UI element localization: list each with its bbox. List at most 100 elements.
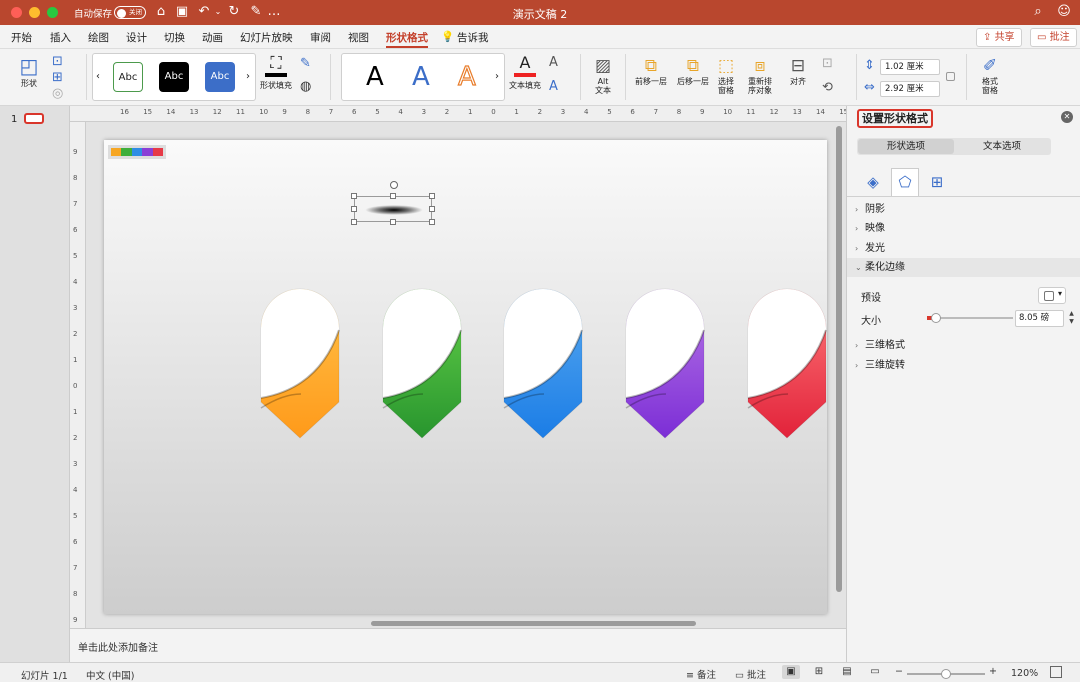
rotation-handle-icon[interactable] (390, 181, 398, 189)
slider-thumb[interactable] (930, 313, 941, 323)
horizontal-scrollbar[interactable] (371, 621, 696, 626)
resize-handle[interactable] (429, 219, 435, 225)
section-soft-edges[interactable]: ⌄ 柔化边缘 (847, 258, 1080, 277)
tab-transitions[interactable]: 切换 (164, 30, 185, 45)
comments-toggle[interactable]: ▭ 批注 (735, 667, 766, 681)
close-pane-icon[interactable]: ✕ (1061, 111, 1073, 123)
text-effects-icon[interactable]: A (549, 79, 558, 94)
shape-outline-icon[interactable]: ✎ (300, 56, 311, 71)
size-stepper[interactable]: ▲ ▼ (1067, 310, 1076, 327)
slide-editing-area[interactable] (86, 122, 846, 628)
resize-handle[interactable] (429, 206, 435, 212)
tab-animations[interactable]: 动画 (202, 30, 223, 45)
banner-shape[interactable] (260, 288, 340, 439)
tab-design[interactable]: 设计 (126, 30, 147, 45)
zoom-out-icon[interactable]: − (895, 666, 903, 677)
resize-handle[interactable] (429, 193, 435, 199)
zoom-in-icon[interactable]: + (989, 666, 997, 677)
edit-shape-icon[interactable]: ⊡ (52, 54, 63, 69)
section-glow[interactable]: › 发光 (847, 239, 1080, 258)
selected-shadow-shape[interactable] (351, 181, 435, 225)
tab-draw[interactable]: 绘图 (88, 30, 109, 45)
rotate-icon[interactable]: ⟲ (822, 80, 833, 95)
preset-dropdown[interactable]: ▾ (1038, 287, 1066, 304)
height-field[interactable]: 1.02 厘米 (880, 59, 940, 75)
align-button[interactable]: ⊟ 对齐 (780, 55, 816, 86)
text-fill-button[interactable]: A 文本填充 (505, 53, 545, 90)
normal-view-icon[interactable]: ▣ (782, 665, 800, 679)
horizontal-ruler[interactable]: 16 15 14 13 12 11 10 9 8 7 6 5 4 3 2 1 0 1 2 3 4 5 6 7 8 9 10 11 12 1… (70, 106, 846, 122)
notes-toggle[interactable]: ≡ 备注 (686, 667, 716, 681)
shape-effects-icon[interactable]: ◍ (300, 79, 311, 94)
lightbulb-icon[interactable]: 💡 (441, 30, 454, 43)
resize-handle[interactable] (351, 206, 357, 212)
banner-shape[interactable] (747, 288, 827, 439)
group-icon[interactable]: ⊡ (822, 56, 833, 71)
size-properties-icon[interactable]: ⊞ (925, 170, 949, 194)
reading-view-icon[interactable]: ▤ (838, 665, 856, 679)
fit-to-window-icon[interactable] (1050, 666, 1062, 678)
style-preset-black[interactable]: Abc (159, 62, 189, 92)
reorder-objects-button[interactable]: ⧈ 重新排 序对象 (742, 55, 778, 95)
zoom-slider[interactable] (907, 669, 985, 679)
insert-shape-button[interactable]: ◰ 形状 (10, 53, 48, 88)
text-outline-icon[interactable]: A (549, 55, 558, 70)
notes-area[interactable]: 单击此处添加备注 (70, 628, 846, 662)
tab-view[interactable]: 视图 (348, 30, 369, 45)
tab-review[interactable]: 审阅 (310, 30, 331, 45)
format-pane-button[interactable]: ✐ 格式 窗格 (972, 55, 1008, 95)
shape-styles-gallery[interactable]: ‹ Abc Abc Abc › (92, 53, 256, 101)
soft-edge-size-slider[interactable] (927, 313, 1013, 323)
size-input[interactable]: 8.05 磅 (1015, 310, 1064, 327)
shape-fill-button[interactable]: ⛶ 形状填充 (256, 53, 296, 90)
selection-pane-button[interactable]: ⬚ 选择 窗格 (712, 55, 740, 95)
wordart-blue[interactable]: A (412, 62, 430, 92)
width-field[interactable]: 2.92 厘米 (880, 81, 940, 97)
zoom-slider-thumb[interactable] (941, 669, 951, 679)
tab-slideshow[interactable]: 幻灯片放映 (240, 30, 293, 45)
language-indicator[interactable]: 中文 (中国) (86, 668, 134, 682)
tab-text-options[interactable]: 文本选项 (954, 139, 1050, 154)
text-box-icon[interactable]: ⊞ (52, 70, 63, 85)
tab-shape-options[interactable]: 形状选项 (858, 139, 954, 154)
section-3d-format[interactable]: › 三维格式 (847, 336, 1080, 355)
resize-handle[interactable] (351, 219, 357, 225)
send-backward-button[interactable]: ⧉ 后移一层 (672, 55, 714, 86)
wordart-black[interactable]: A (366, 62, 384, 92)
style-preset-blue[interactable]: Abc (205, 62, 235, 92)
search-icon[interactable]: ⌕ (1030, 4, 1046, 20)
section-reflection[interactable]: › 映像 (847, 219, 1080, 238)
account-icon[interactable]: ☺ (1056, 4, 1072, 20)
gallery-prev-icon[interactable]: ‹ (96, 71, 100, 82)
section-shadow[interactable]: › 阴影 (847, 200, 1080, 219)
bring-forward-button[interactable]: ⧉ 前移一层 (630, 55, 672, 86)
resize-handle[interactable] (351, 193, 357, 199)
wordart-styles-gallery[interactable]: A A A › (341, 53, 505, 101)
slide[interactable] (104, 140, 827, 614)
zoom-level[interactable]: 120% (1011, 668, 1038, 679)
banner-shape[interactable] (625, 288, 705, 439)
slide-sorter-icon[interactable]: ⊞ (810, 665, 828, 679)
resize-handle[interactable] (390, 219, 396, 225)
slideshow-icon[interactable]: ▭ (866, 665, 884, 679)
tab-shape-format[interactable]: 形状格式 (386, 30, 428, 48)
banner-shape[interactable] (503, 288, 583, 439)
gallery-next-icon[interactable]: › (246, 71, 250, 82)
gallery-next-icon[interactable]: › (495, 71, 499, 82)
slide-thumbnail[interactable] (24, 113, 44, 124)
comments-button[interactable]: ▭ 批注 (1030, 28, 1077, 47)
share-button[interactable]: ⇪ 共享 (976, 28, 1022, 47)
section-3d-rotation[interactable]: › 三维旋转 (847, 356, 1080, 375)
vertical-ruler[interactable]: 9 8 7 6 5 4 3 2 1 0 1 2 3 4 5 6 7 8 9 (70, 122, 86, 628)
fill-line-icon[interactable]: ◈ (861, 170, 885, 194)
tab-insert[interactable]: 插入 (50, 30, 71, 45)
alt-text-button[interactable]: ▨ Alt 文本 (586, 55, 620, 95)
effects-icon[interactable]: ⬠ (891, 168, 919, 196)
lock-aspect-icon[interactable] (946, 72, 955, 81)
tell-me-search[interactable]: 告诉我 (457, 30, 489, 45)
wordart-orange[interactable]: A (457, 61, 476, 92)
vertical-scrollbar[interactable] (836, 126, 842, 592)
resize-handle[interactable] (390, 193, 396, 199)
banner-shape[interactable] (382, 288, 462, 439)
style-preset-outline[interactable]: Abc (113, 62, 143, 92)
